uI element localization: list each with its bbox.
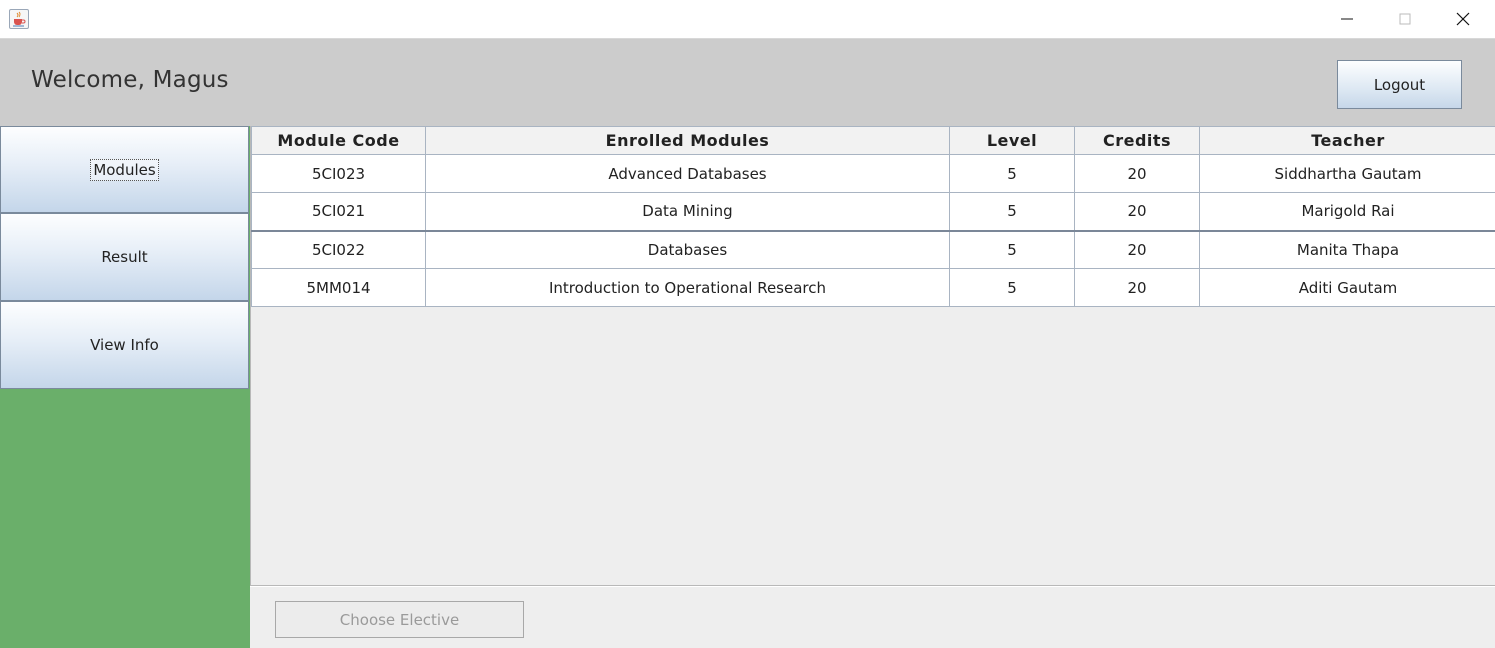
cell-level[interactable]: 5 (949, 154, 1075, 193)
modules-button[interactable]: Modules (0, 126, 249, 213)
cell-credits[interactable]: 20 (1074, 192, 1200, 231)
modules-button-label: Modules (90, 158, 159, 181)
cell-teacher[interactable]: Aditi Gautam (1199, 268, 1495, 307)
cell-module-code[interactable]: 5CI022 (251, 229, 426, 269)
table-row[interactable]: 5CI021 Data Mining 5 20 Marigold Rai (251, 192, 1495, 231)
cell-credits[interactable]: 20 (1074, 229, 1200, 269)
cell-teacher[interactable]: Manita Thapa (1199, 229, 1495, 269)
logout-button[interactable]: Logout (1337, 60, 1462, 109)
cell-module-name[interactable]: Advanced Databases (425, 154, 950, 193)
column-header-teacher[interactable]: Teacher (1199, 126, 1495, 155)
close-icon (1456, 12, 1470, 26)
close-button[interactable] (1434, 0, 1492, 39)
cell-module-name[interactable]: Introduction to Operational Research (425, 268, 950, 307)
result-button-label: Result (101, 248, 148, 266)
minimize-button[interactable] (1318, 0, 1376, 39)
modules-table-panel: Module Code Enrolled Modules Level Credi… (250, 126, 1495, 586)
cell-module-code[interactable]: 5CI021 (251, 192, 426, 231)
column-header-credits[interactable]: Credits (1074, 126, 1200, 155)
maximize-button[interactable] (1376, 0, 1434, 39)
view-info-button-label: View Info (90, 336, 159, 354)
cell-level[interactable]: 5 (949, 192, 1075, 231)
table-row[interactable]: 5CI022 Databases 5 20 Manita Thapa (251, 229, 1495, 269)
table-row[interactable]: 5MM014 Introduction to Operational Resea… (251, 268, 1495, 307)
choose-elective-button[interactable]: Choose Elective (275, 601, 524, 638)
table-row[interactable]: 5CI023 Advanced Databases 5 20 Siddharth… (251, 154, 1495, 193)
cell-module-name[interactable]: Databases (425, 229, 950, 269)
java-cup-icon (9, 9, 29, 29)
cell-credits[interactable]: 20 (1074, 154, 1200, 193)
welcome-label: Welcome, Magus (31, 67, 229, 93)
cell-module-name[interactable]: Data Mining (425, 192, 950, 231)
sidebar: Modules Result View Info (0, 126, 250, 648)
footer-panel: Choose Elective (250, 587, 1495, 648)
cell-module-code[interactable]: 5CI023 (251, 154, 426, 193)
minimize-icon (1341, 18, 1353, 20)
cell-level[interactable]: 5 (949, 268, 1075, 307)
modules-table: Module Code Enrolled Modules Level Credi… (251, 126, 1495, 307)
table-header-row: Module Code Enrolled Modules Level Credi… (251, 126, 1495, 155)
result-button[interactable]: Result (0, 213, 249, 301)
cell-level[interactable]: 5 (949, 229, 1075, 269)
column-header-level[interactable]: Level (949, 126, 1075, 155)
maximize-icon (1399, 13, 1411, 25)
cell-teacher[interactable]: Siddhartha Gautam (1199, 154, 1495, 193)
header-panel: Welcome, Magus Logout (0, 39, 1495, 126)
column-header-module-code[interactable]: Module Code (251, 126, 426, 155)
cell-credits[interactable]: 20 (1074, 268, 1200, 307)
cell-module-code[interactable]: 5MM014 (251, 268, 426, 307)
column-header-enrolled-modules[interactable]: Enrolled Modules (425, 126, 950, 155)
view-info-button[interactable]: View Info (0, 301, 249, 389)
cell-teacher[interactable]: Marigold Rai (1199, 192, 1495, 231)
window-title-bar (0, 0, 1495, 39)
